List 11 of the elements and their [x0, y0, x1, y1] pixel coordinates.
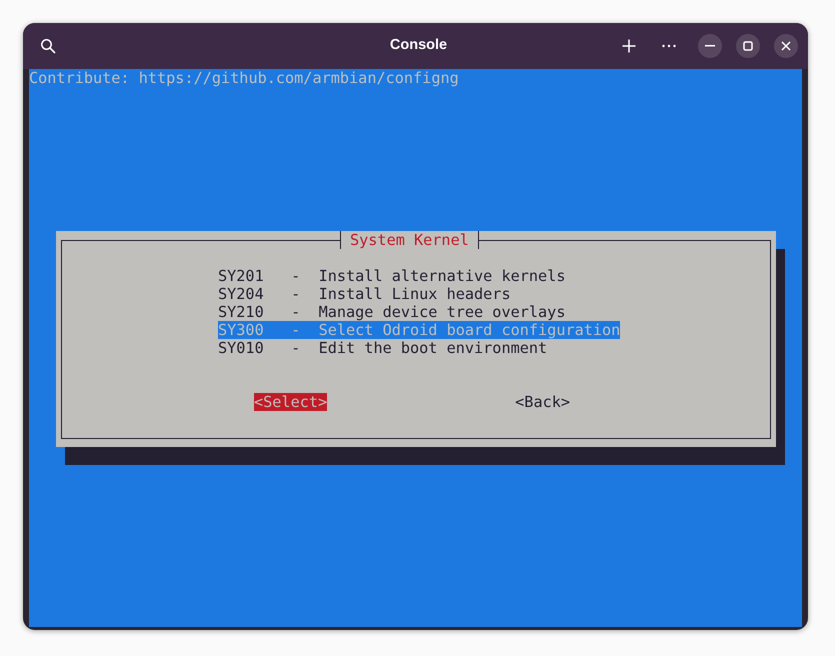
menu-item[interactable]: SY210 - Manage device tree overlays	[218, 303, 566, 321]
menu-item[interactable]: SY204 - Install Linux headers	[218, 285, 511, 303]
window-title: Console	[390, 36, 448, 56]
minimize-icon[interactable]	[698, 34, 722, 58]
menu-item[interactable]: SY201 - Install alternative kernels	[218, 267, 566, 285]
menu-item[interactable]: SY010 - Edit the boot environment	[218, 339, 548, 357]
maximize-icon[interactable]	[736, 34, 760, 58]
terminal-line: Contribute: https://github.com/armbian/configng	[29, 69, 459, 87]
dialog-title: System Kernel	[340, 231, 479, 249]
back-button[interactable]: <Back>	[515, 393, 570, 411]
close-icon[interactable]	[774, 34, 798, 58]
